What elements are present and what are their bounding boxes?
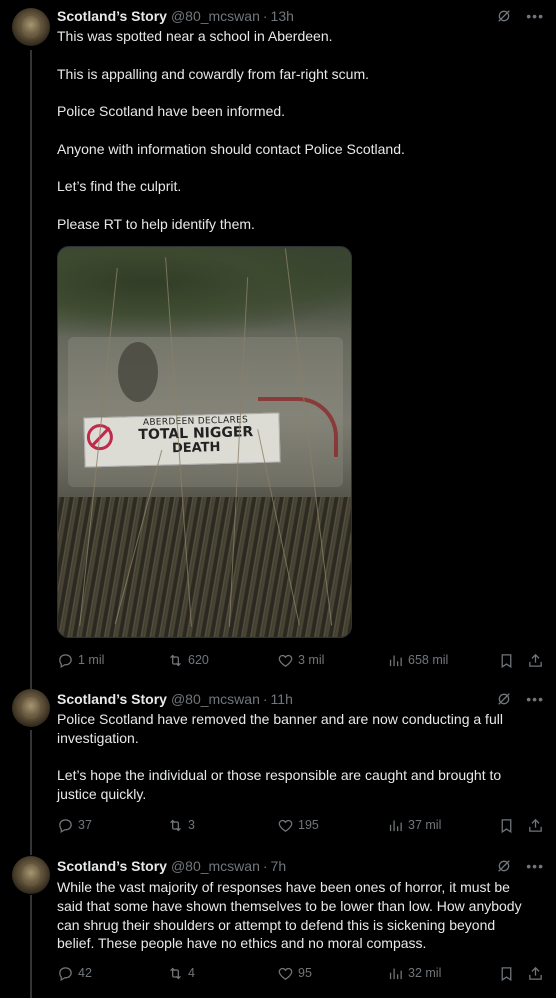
tweet-line: This was spotted near a school in Aberde…	[57, 28, 333, 44]
grok-icon[interactable]	[496, 8, 512, 24]
bookmark-button[interactable]	[498, 963, 515, 983]
grok-icon[interactable]	[496, 858, 512, 874]
retweet-count: 620	[188, 653, 209, 667]
retweet-icon	[170, 819, 181, 831]
reply-icon	[59, 818, 72, 833]
views-icon	[389, 820, 402, 831]
separator: ·	[262, 858, 268, 874]
avatar[interactable]	[12, 8, 50, 46]
tweet-paragraph: While the vast majority of responses hav…	[57, 879, 522, 952]
tweet[interactable]: Scotland’s Story @80_mcswan · 13h ••• Th…	[0, 0, 556, 680]
author-handle[interactable]: @80_mcswan	[171, 858, 260, 874]
like-button[interactable]: 95	[277, 963, 312, 983]
tweet-header: Scotland’s Story @80_mcswan · 7h •••	[57, 856, 544, 876]
like-count: 195	[298, 818, 319, 832]
tweet-actions: 1 mil 620 3 mil 658 mil	[57, 650, 544, 670]
grok-icon[interactable]	[496, 691, 512, 707]
tweet-actions: 37 3 195 37 mil	[57, 815, 544, 835]
photo-banner: ABERDEEN DECLARES TOTAL NIGGER DEATH	[83, 412, 281, 468]
share-button[interactable]	[527, 963, 544, 983]
reply-count: 37	[78, 818, 92, 832]
timestamp[interactable]: 11h	[271, 691, 293, 707]
header-actions: •••	[496, 689, 544, 709]
reply-icon	[59, 966, 72, 981]
reply-button[interactable]: 37	[57, 815, 92, 835]
tweet-text: While the vast majority of responses hav…	[57, 878, 535, 953]
retweet-button[interactable]: 3	[167, 815, 195, 835]
tweet-line: Police Scotland have been informed.	[57, 103, 286, 120]
reply-button[interactable]: 42	[57, 963, 92, 983]
tweet-header: Scotland’s Story @80_mcswan · 11h •••	[57, 689, 544, 709]
photo-foliage	[58, 247, 351, 337]
author-name[interactable]: Scotland’s Story	[57, 691, 167, 707]
tweet[interactable]: Scotland’s Story @80_mcswan · 7h ••• Whi…	[0, 850, 556, 998]
separator: ·	[262, 691, 268, 707]
photo-stain	[118, 342, 158, 402]
like-button[interactable]: 195	[277, 815, 319, 835]
retweet-button[interactable]: 4	[167, 963, 195, 983]
retweet-count: 4	[188, 966, 195, 980]
views-button[interactable]: 658 mil	[387, 650, 448, 670]
timestamp[interactable]: 7h	[271, 858, 287, 874]
tweet-line: This is appalling and cowardly from far-…	[57, 65, 370, 82]
heart-icon	[278, 819, 293, 832]
bookmark-icon	[501, 653, 512, 668]
views-icon	[389, 968, 402, 979]
author-handle[interactable]: @80_mcswan	[171, 691, 260, 707]
like-count: 3 mil	[298, 653, 325, 667]
share-icon	[529, 818, 542, 832]
views-icon	[389, 655, 402, 666]
like-button[interactable]: 3 mil	[277, 650, 324, 670]
retweet-icon	[170, 654, 181, 666]
share-button[interactable]	[527, 815, 544, 835]
bookmark-button[interactable]	[498, 650, 515, 670]
retweet-count: 3	[188, 818, 195, 832]
tweet-text: This was spotted near a school in Aberde…	[57, 27, 535, 234]
tweet-line: Please RT to help identify them.	[57, 215, 255, 232]
header-actions: •••	[496, 856, 544, 876]
bookmark-button[interactable]	[498, 815, 515, 835]
like-count: 95	[298, 966, 312, 980]
more-icon[interactable]: •••	[526, 692, 544, 706]
view-count: 32 mil	[408, 966, 442, 980]
share-icon	[529, 966, 542, 980]
share-button[interactable]	[527, 650, 544, 670]
reply-button[interactable]: 1 mil	[57, 650, 104, 670]
more-icon[interactable]: •••	[526, 859, 544, 873]
bookmark-icon	[501, 818, 512, 833]
reply-count: 1 mil	[78, 653, 105, 667]
reply-count: 42	[78, 966, 92, 980]
author-name[interactable]: Scotland’s Story	[57, 858, 167, 874]
tweet-line: Anyone with information should contact P…	[57, 140, 405, 157]
views-button[interactable]: 37 mil	[387, 815, 441, 835]
tweet[interactable]: Scotland’s Story @80_mcswan · 11h ••• Po…	[0, 680, 556, 850]
bookmark-icon	[501, 966, 512, 981]
avatar[interactable]	[12, 689, 50, 727]
timestamp[interactable]: 13h	[271, 8, 294, 24]
tweet-header: Scotland’s Story @80_mcswan · 13h •••	[57, 6, 544, 26]
tweet-paragraph: Police Scotland have removed the banner …	[57, 711, 503, 746]
tweet-photo[interactable]: ABERDEEN DECLARES TOTAL NIGGER DEATH	[57, 246, 352, 638]
separator: ·	[262, 8, 268, 24]
view-count: 658 mil	[408, 653, 449, 667]
author-name[interactable]: Scotland’s Story	[57, 8, 167, 24]
tweet-actions: 42 4 95 32 mil	[57, 963, 544, 983]
reply-icon	[59, 653, 72, 668]
share-icon	[529, 653, 542, 667]
photo-undergrowth	[58, 497, 351, 637]
author-handle[interactable]: @80_mcswan	[171, 8, 260, 24]
view-count: 37 mil	[408, 818, 442, 832]
more-icon[interactable]: •••	[526, 9, 544, 23]
tweet-text: Police Scotland have removed the banner …	[57, 710, 535, 804]
heart-icon	[278, 967, 293, 980]
retweet-button[interactable]: 620	[167, 650, 209, 670]
avatar[interactable]	[12, 856, 50, 894]
banner-text: ABERDEEN DECLARES TOTAL NIGGER DEATH	[116, 415, 275, 458]
header-actions: •••	[496, 6, 544, 26]
tweet-paragraph: Let’s hope the individual or those respo…	[57, 767, 502, 803]
tweet-line: Let’s find the culprit.	[57, 178, 182, 195]
heart-icon	[278, 654, 293, 667]
views-button[interactable]: 32 mil	[387, 963, 441, 983]
retweet-icon	[170, 967, 181, 979]
